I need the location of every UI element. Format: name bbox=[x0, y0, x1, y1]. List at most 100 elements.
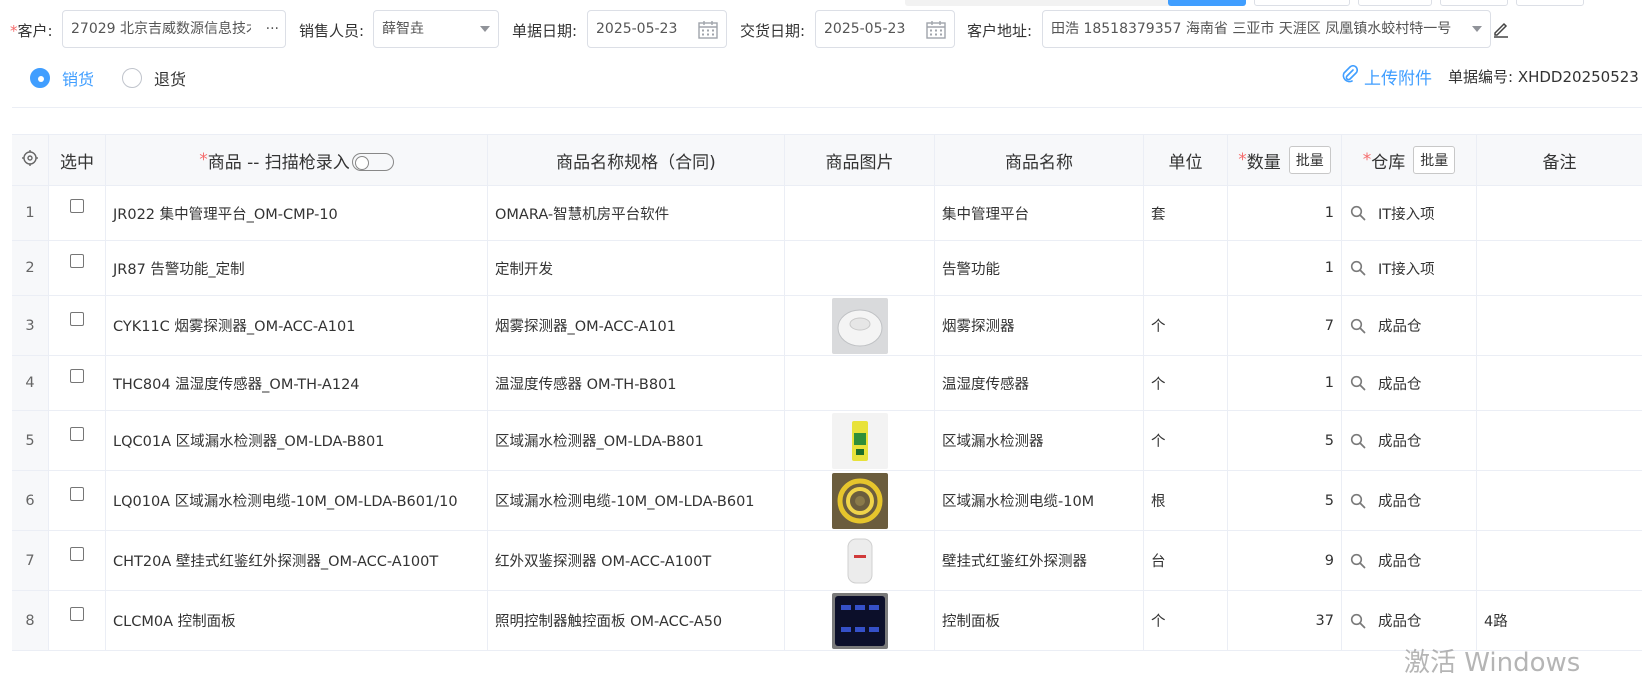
column-settings-cell[interactable] bbox=[12, 135, 49, 185]
spec-cell: 区域漏水检测器_OM-LDA-B801 bbox=[488, 411, 785, 470]
product-cell[interactable]: JR87 告警功能_定制 bbox=[106, 241, 488, 295]
table-row: 6 LQ010A 区域漏水检测电缆-10M_OM-LDA-B601/10 区域漏水检… bbox=[12, 471, 1642, 531]
scanner-toggle[interactable] bbox=[351, 153, 394, 171]
quantity-cell[interactable]: 37 bbox=[1228, 591, 1342, 650]
quantity-cell[interactable]: 1 bbox=[1228, 241, 1342, 295]
search-icon[interactable] bbox=[1350, 260, 1366, 276]
row-checkbox[interactable] bbox=[70, 199, 84, 213]
search-icon[interactable] bbox=[1350, 613, 1366, 629]
calendar-icon bbox=[698, 20, 718, 39]
quantity-cell[interactable]: 1 bbox=[1228, 356, 1342, 410]
warehouse-cell[interactable]: 成品仓 bbox=[1342, 531, 1477, 590]
pir-detector-image[interactable] bbox=[831, 532, 888, 589]
product-cell[interactable]: CYK11C 烟雾探测器_OM-ACC-A101 bbox=[106, 296, 488, 355]
search-icon[interactable] bbox=[1350, 375, 1366, 391]
customer-field[interactable]: 27029 北京吉威数源信息技术 ··· bbox=[62, 10, 286, 48]
product-cell[interactable]: CHT20A 壁挂式红鉴红外探测器_OM-ACC-A100T bbox=[106, 531, 488, 590]
product-cell[interactable]: CLCM0A 控制面板 bbox=[106, 591, 488, 650]
note-cell[interactable] bbox=[1477, 356, 1642, 410]
quantity-cell[interactable]: 9 bbox=[1228, 531, 1342, 590]
note-cell[interactable] bbox=[1477, 531, 1642, 590]
warehouse-cell[interactable]: 成品仓 bbox=[1342, 296, 1477, 355]
control-panel-image[interactable] bbox=[831, 592, 888, 649]
doc-date-picker[interactable]: 2025-05-23 bbox=[587, 10, 727, 48]
row-checkbox[interactable] bbox=[70, 254, 84, 268]
unit-cell: 台 bbox=[1144, 531, 1228, 590]
row-checkbox[interactable] bbox=[70, 546, 84, 561]
table-row: 4 THC804 温湿度传感器_OM-TH-A124 温湿度传感器 OM-TH-B8… bbox=[12, 356, 1642, 411]
header-select: 选中 bbox=[49, 135, 106, 185]
row-checkbox[interactable] bbox=[70, 426, 84, 441]
warehouse-cell[interactable]: 成品仓 bbox=[1342, 411, 1477, 470]
spec-cell: 烟雾探测器_OM-ACC-A101 bbox=[488, 296, 785, 355]
search-icon[interactable] bbox=[1350, 433, 1366, 449]
row-select-cell bbox=[49, 296, 106, 355]
doc-date-label: 单据日期: bbox=[512, 22, 578, 40]
unit-cell: 个 bbox=[1144, 296, 1228, 355]
smoke-detector-image[interactable] bbox=[831, 297, 888, 354]
product-cell[interactable]: LQ010A 区域漏水检测电缆-10M_OM-LDA-B601/10 bbox=[106, 471, 488, 530]
batch-qty-button[interactable]: 批量 bbox=[1288, 146, 1331, 174]
top-action-4[interactable] bbox=[1440, 0, 1508, 6]
row-select-cell bbox=[49, 591, 106, 650]
header-qty: * 数量 批量 bbox=[1228, 135, 1342, 185]
product-image-cell bbox=[785, 471, 935, 530]
document-number: 单据编号: XHDD20250523 bbox=[1448, 68, 1639, 86]
leak-detector-image[interactable] bbox=[831, 412, 888, 469]
warehouse-cell[interactable]: 成品仓 bbox=[1342, 471, 1477, 530]
quantity-cell[interactable]: 7 bbox=[1228, 296, 1342, 355]
warehouse-value: 成品仓 bbox=[1378, 319, 1422, 335]
edit-icon[interactable] bbox=[1492, 20, 1510, 38]
warehouse-cell[interactable]: IT接入项 bbox=[1342, 186, 1477, 240]
search-icon[interactable] bbox=[1350, 318, 1366, 334]
radio-checked-icon bbox=[30, 68, 50, 88]
note-cell[interactable] bbox=[1477, 241, 1642, 295]
note-cell[interactable] bbox=[1477, 186, 1642, 240]
name-cell: 集中管理平台 bbox=[935, 186, 1144, 240]
top-action-2[interactable] bbox=[1254, 0, 1350, 6]
address-select[interactable]: 田浩 18518379357 海南省 三亚市 天涯区 凤凰镇水蛟村特一号 bbox=[1042, 10, 1491, 48]
unit-cell: 个 bbox=[1144, 356, 1228, 410]
search-icon[interactable] bbox=[1350, 205, 1366, 221]
note-cell[interactable] bbox=[1477, 411, 1642, 470]
product-cell[interactable]: LQC01A 区域漏水检测器_OM-LDA-B801 bbox=[106, 411, 488, 470]
row-checkbox[interactable] bbox=[70, 606, 84, 621]
radio-sale[interactable]: 销货 bbox=[30, 66, 94, 90]
top-action-primary[interactable] bbox=[1168, 0, 1246, 6]
upload-attachment-button[interactable]: 上传附件 bbox=[1342, 64, 1432, 89]
quantity-cell[interactable]: 5 bbox=[1228, 411, 1342, 470]
search-icon[interactable] bbox=[1350, 553, 1366, 569]
search-icon[interactable] bbox=[1350, 493, 1366, 509]
batch-warehouse-button[interactable]: 批量 bbox=[1413, 146, 1456, 174]
product-cell[interactable]: THC804 温湿度传感器_OM-TH-A124 bbox=[106, 356, 488, 410]
note-cell[interactable] bbox=[1477, 296, 1642, 355]
top-action-5[interactable] bbox=[1516, 0, 1584, 6]
row-index: 8 bbox=[12, 591, 49, 650]
row-checkbox[interactable] bbox=[70, 486, 84, 501]
top-action-3[interactable] bbox=[1358, 0, 1432, 6]
row-checkbox[interactable] bbox=[70, 369, 84, 383]
product-cell[interactable]: JR022 集中管理平台_OM-CMP-10 bbox=[106, 186, 488, 240]
warehouse-cell[interactable]: IT接入项 bbox=[1342, 241, 1477, 295]
row-select-cell bbox=[49, 241, 106, 295]
warehouse-cell[interactable]: 成品仓 bbox=[1342, 356, 1477, 410]
chevron-down-icon bbox=[480, 26, 490, 32]
radio-return[interactable]: 退货 bbox=[122, 66, 186, 90]
quantity-cell[interactable]: 5 bbox=[1228, 471, 1342, 530]
note-cell[interactable] bbox=[1477, 471, 1642, 530]
table-header-row: 选中 * 商品 -- 扫描枪录入 商品名称规格（合同) 商品图片 商品名称 单位 … bbox=[12, 134, 1642, 186]
spec-cell: 温湿度传感器 OM-TH-B801 bbox=[488, 356, 785, 410]
customer-label: *客户: bbox=[10, 22, 53, 40]
warehouse-value: IT接入项 bbox=[1378, 206, 1435, 223]
header-warehouse: * 仓库 批量 bbox=[1342, 135, 1477, 185]
salesperson-select[interactable]: 薛智垚 bbox=[373, 10, 499, 48]
product-image-cell bbox=[785, 296, 935, 355]
delivery-date-picker[interactable]: 2025-05-23 bbox=[815, 10, 955, 48]
leak-cable-image[interactable] bbox=[831, 472, 888, 529]
header-name: 商品名称 bbox=[935, 135, 1144, 185]
spec-cell: 红外双鉴探测器 OM-ACC-A100T bbox=[488, 531, 785, 590]
name-cell: 壁挂式红鉴红外探测器 bbox=[935, 531, 1144, 590]
table-row: 2 JR87 告警功能_定制 定制开发 告警功能 1 IT接入项 bbox=[12, 241, 1642, 296]
row-checkbox[interactable] bbox=[70, 311, 84, 326]
quantity-cell[interactable]: 1 bbox=[1228, 186, 1342, 240]
